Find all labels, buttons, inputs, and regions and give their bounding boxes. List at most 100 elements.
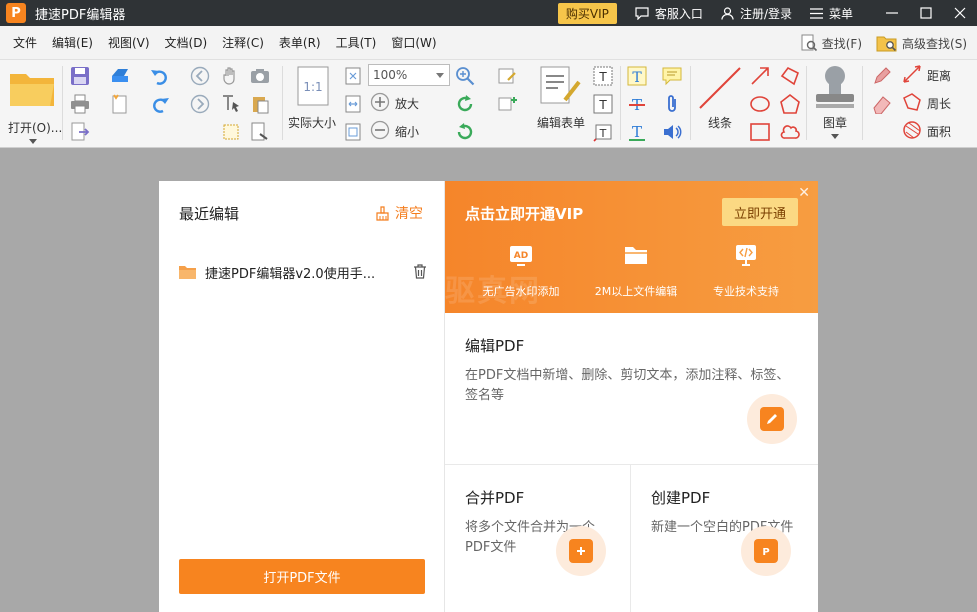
- redo-icon[interactable]: [150, 94, 170, 114]
- merge-pdf-title: 合并PDF: [465, 489, 525, 507]
- undo-icon[interactable]: [150, 66, 170, 86]
- login-link[interactable]: 注册/登录: [721, 5, 792, 22]
- menu-form[interactable]: 表单(R): [279, 34, 321, 51]
- menu-document[interactable]: 文档(D): [165, 34, 208, 51]
- edit-form-icon: [540, 66, 581, 104]
- merge-pdf-card[interactable]: 合并PDF 将多个文件合并为一个PDF文件: [445, 465, 630, 612]
- eraser-icon[interactable]: [872, 94, 892, 114]
- cloud-icon[interactable]: [780, 122, 800, 142]
- chevron-down-icon: [436, 73, 444, 78]
- menu-link[interactable]: 菜单: [809, 5, 853, 22]
- fit-width-icon[interactable]: [343, 94, 363, 114]
- strikeout-icon[interactable]: T: [627, 94, 647, 114]
- separator: [806, 66, 807, 140]
- svg-text:T: T: [598, 98, 607, 112]
- close-window-button[interactable]: [943, 0, 977, 26]
- create-pdf-card[interactable]: 创建PDF 新建一个空白的PDF文件 P: [631, 465, 818, 612]
- separator: [282, 66, 283, 140]
- add-field-icon[interactable]: [497, 94, 517, 114]
- area-button[interactable]: 面积: [902, 120, 962, 142]
- start-page: 最近编辑 清空 捷速PDF编辑器v2.0使用手... 打开PDF文件 驱真网 点…: [159, 181, 818, 612]
- find-icon: [801, 34, 817, 52]
- open-vip-button[interactable]: 立即开通: [722, 198, 798, 226]
- close-banner-icon[interactable]: ✕: [798, 185, 810, 201]
- vip-banner: 驱真网 点击立即开通VIP 立即开通 ✕ AD 无广告水印添加 2M以上文件编辑…: [445, 181, 818, 313]
- trash-icon[interactable]: [413, 264, 427, 279]
- zoom-out-label: 缩小: [395, 125, 420, 139]
- buy-vip-button[interactable]: 购买VIP: [557, 2, 617, 24]
- arrow-icon[interactable]: [750, 66, 770, 86]
- menu-comment[interactable]: 注释(C): [222, 34, 264, 51]
- zoom-in-button[interactable]: 放大: [368, 92, 428, 114]
- advanced-find-button[interactable]: 高级查找(S): [876, 34, 967, 52]
- fit-visible-icon[interactable]: [343, 122, 363, 142]
- text-callout-icon[interactable]: T: [593, 122, 613, 142]
- snapshot-icon[interactable]: [221, 122, 241, 142]
- rotate-right-icon[interactable]: [455, 122, 475, 142]
- underline-icon[interactable]: T: [627, 122, 647, 142]
- forward-icon[interactable]: [190, 94, 210, 114]
- menu-edit[interactable]: 编辑(E): [52, 34, 93, 51]
- menu-tools[interactable]: 工具(T): [336, 34, 377, 51]
- fit-page-icon[interactable]: [343, 66, 363, 86]
- actual-size-button[interactable]: 1:1 实际大小: [286, 66, 342, 136]
- sound-icon[interactable]: [662, 122, 682, 142]
- svg-text:T: T: [599, 127, 607, 140]
- camera-icon[interactable]: [250, 66, 270, 86]
- print-icon[interactable]: [70, 94, 90, 114]
- note-icon[interactable]: [662, 66, 682, 86]
- menu-file[interactable]: 文件: [13, 34, 37, 51]
- folder-open-icon: [10, 74, 54, 106]
- attachment-icon[interactable]: [662, 94, 682, 114]
- form-field-icon[interactable]: [497, 66, 517, 86]
- clipboard-icon[interactable]: [250, 94, 270, 114]
- user-icon: [721, 6, 734, 20]
- zoom-out-button[interactable]: 缩小: [368, 120, 428, 142]
- typewriter-icon[interactable]: T: [627, 66, 647, 86]
- open-button[interactable]: 打开(O)...: [6, 66, 63, 144]
- text-field-icon[interactable]: T: [593, 66, 613, 86]
- menu-view[interactable]: 视图(V): [108, 34, 150, 51]
- zoom-select[interactable]: 100%: [368, 64, 450, 86]
- text-box-icon[interactable]: T: [593, 94, 613, 114]
- properties-icon[interactable]: [250, 122, 270, 142]
- vip-headline: 点击立即开通VIP: [465, 205, 584, 223]
- advanced-find-label: 高级查找(S): [902, 36, 967, 51]
- polyline-icon[interactable]: [780, 66, 800, 86]
- ad-icon: AD: [510, 246, 532, 266]
- perimeter-button[interactable]: 周长: [902, 92, 962, 114]
- edit-form-button[interactable]: 编辑表单: [533, 66, 589, 136]
- rotate-left-icon[interactable]: [455, 94, 475, 114]
- open-label: 打开(O)...: [8, 121, 63, 135]
- maximize-button[interactable]: [909, 0, 943, 26]
- select-text-icon[interactable]: [221, 94, 241, 114]
- svg-text:T: T: [632, 70, 642, 86]
- menu-window[interactable]: 窗口(W): [391, 34, 436, 51]
- zoom-in-icon: [370, 92, 390, 112]
- service-link[interactable]: 客服入口: [635, 5, 703, 22]
- open-pdf-button[interactable]: 打开PDF文件: [179, 559, 425, 594]
- distance-button[interactable]: 距离: [902, 64, 962, 86]
- new-document-icon[interactable]: [110, 94, 130, 114]
- stamp-button[interactable]: 图章: [810, 62, 860, 144]
- edit-pdf-card[interactable]: 编辑PDF 在PDF文档中新增、删除、剪切文本，添加注释、标签、签名等: [445, 313, 818, 464]
- menu-label: 菜单: [828, 6, 853, 21]
- rectangle-icon[interactable]: [750, 122, 770, 142]
- zoom-tool-icon[interactable]: [455, 66, 475, 86]
- save-icon[interactable]: [70, 66, 90, 86]
- polygon-icon[interactable]: [780, 94, 800, 114]
- lines-button[interactable]: 线条: [696, 66, 744, 136]
- ellipse-icon[interactable]: [750, 94, 770, 114]
- zoom-in-label: 放大: [395, 97, 420, 111]
- find-button[interactable]: 查找(F): [800, 34, 862, 52]
- scan-icon[interactable]: [110, 66, 130, 86]
- pencil-icon[interactable]: [872, 66, 892, 86]
- clear-button[interactable]: 清空: [375, 203, 423, 223]
- perimeter-label: 周长: [927, 97, 952, 111]
- actual-size-label: 实际大小: [288, 116, 337, 130]
- recent-file-item[interactable]: 捷速PDF编辑器v2.0使用手...: [179, 261, 427, 283]
- hand-icon[interactable]: [221, 66, 241, 86]
- back-icon[interactable]: [190, 66, 210, 86]
- minimize-button[interactable]: [875, 0, 909, 26]
- export-icon[interactable]: [70, 122, 90, 142]
